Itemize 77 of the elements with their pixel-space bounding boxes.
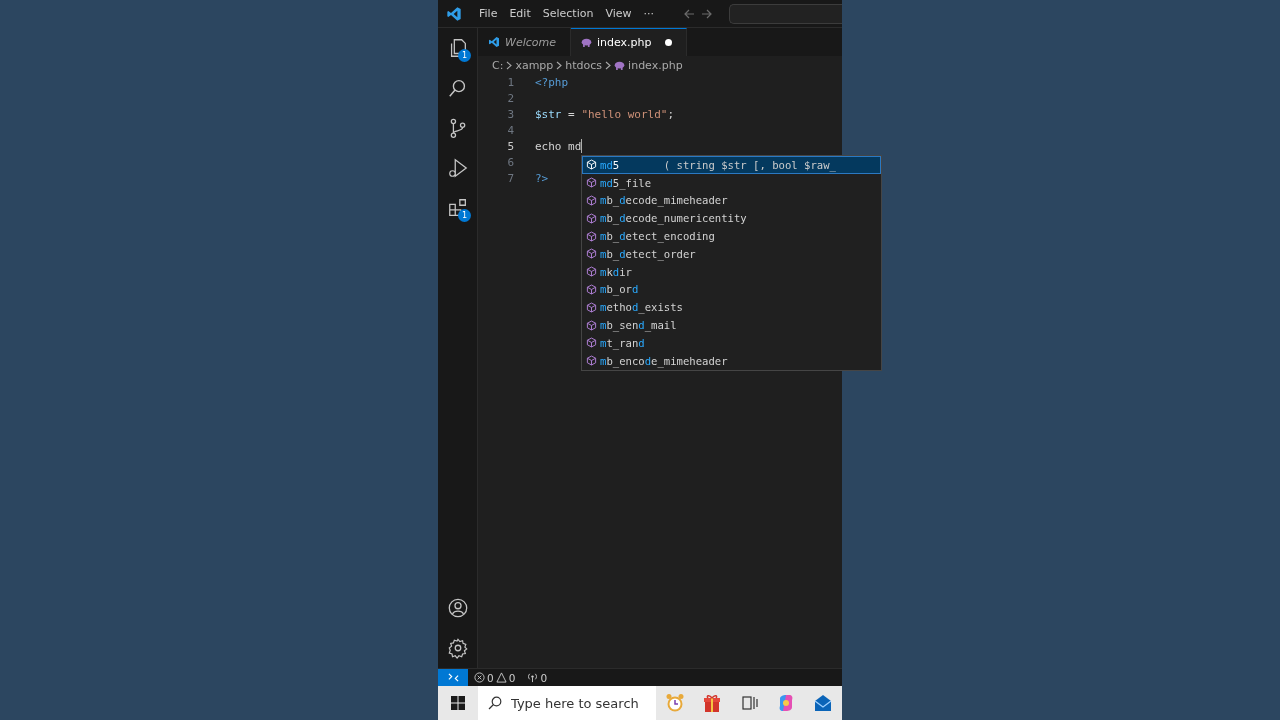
line-number: 4 (506, 123, 514, 137)
editor-tab[interactable]: index.php (570, 28, 687, 56)
command-center-field[interactable] (729, 3, 842, 24)
breadcrumb-item[interactable]: index.php (628, 58, 683, 72)
text-cursor (581, 139, 583, 153)
breadcrumb-item[interactable]: C: (492, 58, 504, 72)
chevron-right-icon (605, 60, 612, 70)
vscode-logo-icon (488, 36, 500, 48)
gift-icon[interactable] (701, 693, 722, 713)
taskbar-search-box[interactable]: Type here to search (478, 686, 656, 720)
line-number: 6 (506, 155, 514, 169)
cube-icon (586, 283, 597, 295)
back-arrow-icon[interactable] (683, 7, 696, 20)
menu-item[interactable]: Edit (504, 4, 536, 23)
cube-icon (586, 212, 597, 224)
run-debug-icon[interactable] (446, 157, 469, 179)
cube-icon (586, 355, 597, 367)
suggestion-item[interactable]: mb_decode_mimeheader (582, 191, 881, 210)
settings-icon[interactable] (446, 637, 469, 659)
code-line: <?php (535, 75, 569, 89)
breadcrumb-item[interactable]: xampp (515, 58, 554, 72)
line-number: 3 (506, 107, 514, 121)
chevron-right-icon (556, 60, 563, 70)
taskbar-search-field[interactable]: Type here to search (509, 694, 653, 712)
menu-item[interactable]: View (600, 4, 637, 23)
menu-item[interactable]: File (474, 4, 503, 23)
suggestion-item[interactable]: mb_ord (582, 280, 881, 299)
suggestion-item[interactable]: mb_detect_order (582, 245, 881, 263)
suggestion-item[interactable]: method_exists (582, 298, 881, 317)
code-line: ?> (535, 171, 549, 185)
windows-logo-icon[interactable] (451, 696, 465, 710)
alarm-clock-icon[interactable] (664, 693, 685, 713)
suggestion-item[interactable]: mb_send_mail (582, 316, 881, 334)
count-badge: 1 (458, 49, 471, 62)
count-badge: 1 (458, 209, 471, 222)
extensions-icon[interactable] (446, 197, 469, 219)
warning-icon (495, 672, 507, 683)
error-icon (474, 672, 485, 683)
menu-item[interactable]: Selection (537, 4, 599, 23)
signature-detail: ( string $str [, bool $raw_ (663, 158, 837, 171)
cube-icon (586, 195, 597, 206)
cube-icon (586, 230, 597, 242)
cube-icon (586, 266, 597, 278)
forward-arrow-icon[interactable] (701, 7, 714, 20)
chevron-right-icon (506, 60, 513, 70)
suggestion-item[interactable]: mkdir (582, 262, 881, 281)
code-line: echo md (535, 139, 582, 153)
elephant-icon (614, 60, 626, 70)
cube-icon (586, 319, 597, 331)
cube-icon (586, 177, 597, 189)
suggestion-item[interactable]: mb_encode_mimeheader (582, 351, 881, 370)
cube-icon (586, 159, 597, 171)
suggestion-item[interactable]: mb_detect_encoding (582, 227, 881, 245)
vscode-logo-icon (446, 5, 462, 22)
cube-icon (586, 248, 597, 260)
suggestion-item[interactable]: mt_rand (582, 333, 881, 352)
line-number: 7 (506, 171, 514, 185)
elephant-icon (580, 38, 592, 47)
antenna-icon (527, 672, 539, 683)
ports-button[interactable]: 0 (527, 671, 548, 684)
suggestion-item[interactable]: mb_decode_numericentity (582, 209, 881, 228)
suggestion-item[interactable]: md5_file (582, 173, 881, 192)
breadcrumb-item[interactable]: htdocs (565, 58, 603, 72)
menu-item[interactable]: ··· (638, 4, 660, 23)
suggestion-item[interactable]: md5 ( string $str [, bool $raw_ (582, 156, 881, 174)
remote-icon (447, 672, 459, 683)
unsaved-dot (664, 39, 672, 46)
mail-icon[interactable] (813, 693, 834, 713)
problems-button[interactable]: 0 0 (474, 671, 516, 684)
search-icon (488, 696, 502, 710)
line-number: 1 (506, 75, 514, 89)
line-number: 2 (506, 91, 514, 105)
account-icon[interactable] (446, 597, 469, 619)
cube-icon (586, 337, 597, 349)
line-number: 5 (506, 139, 514, 153)
code-line: $str = "hello world"; (535, 107, 675, 121)
cube-icon (586, 301, 597, 313)
